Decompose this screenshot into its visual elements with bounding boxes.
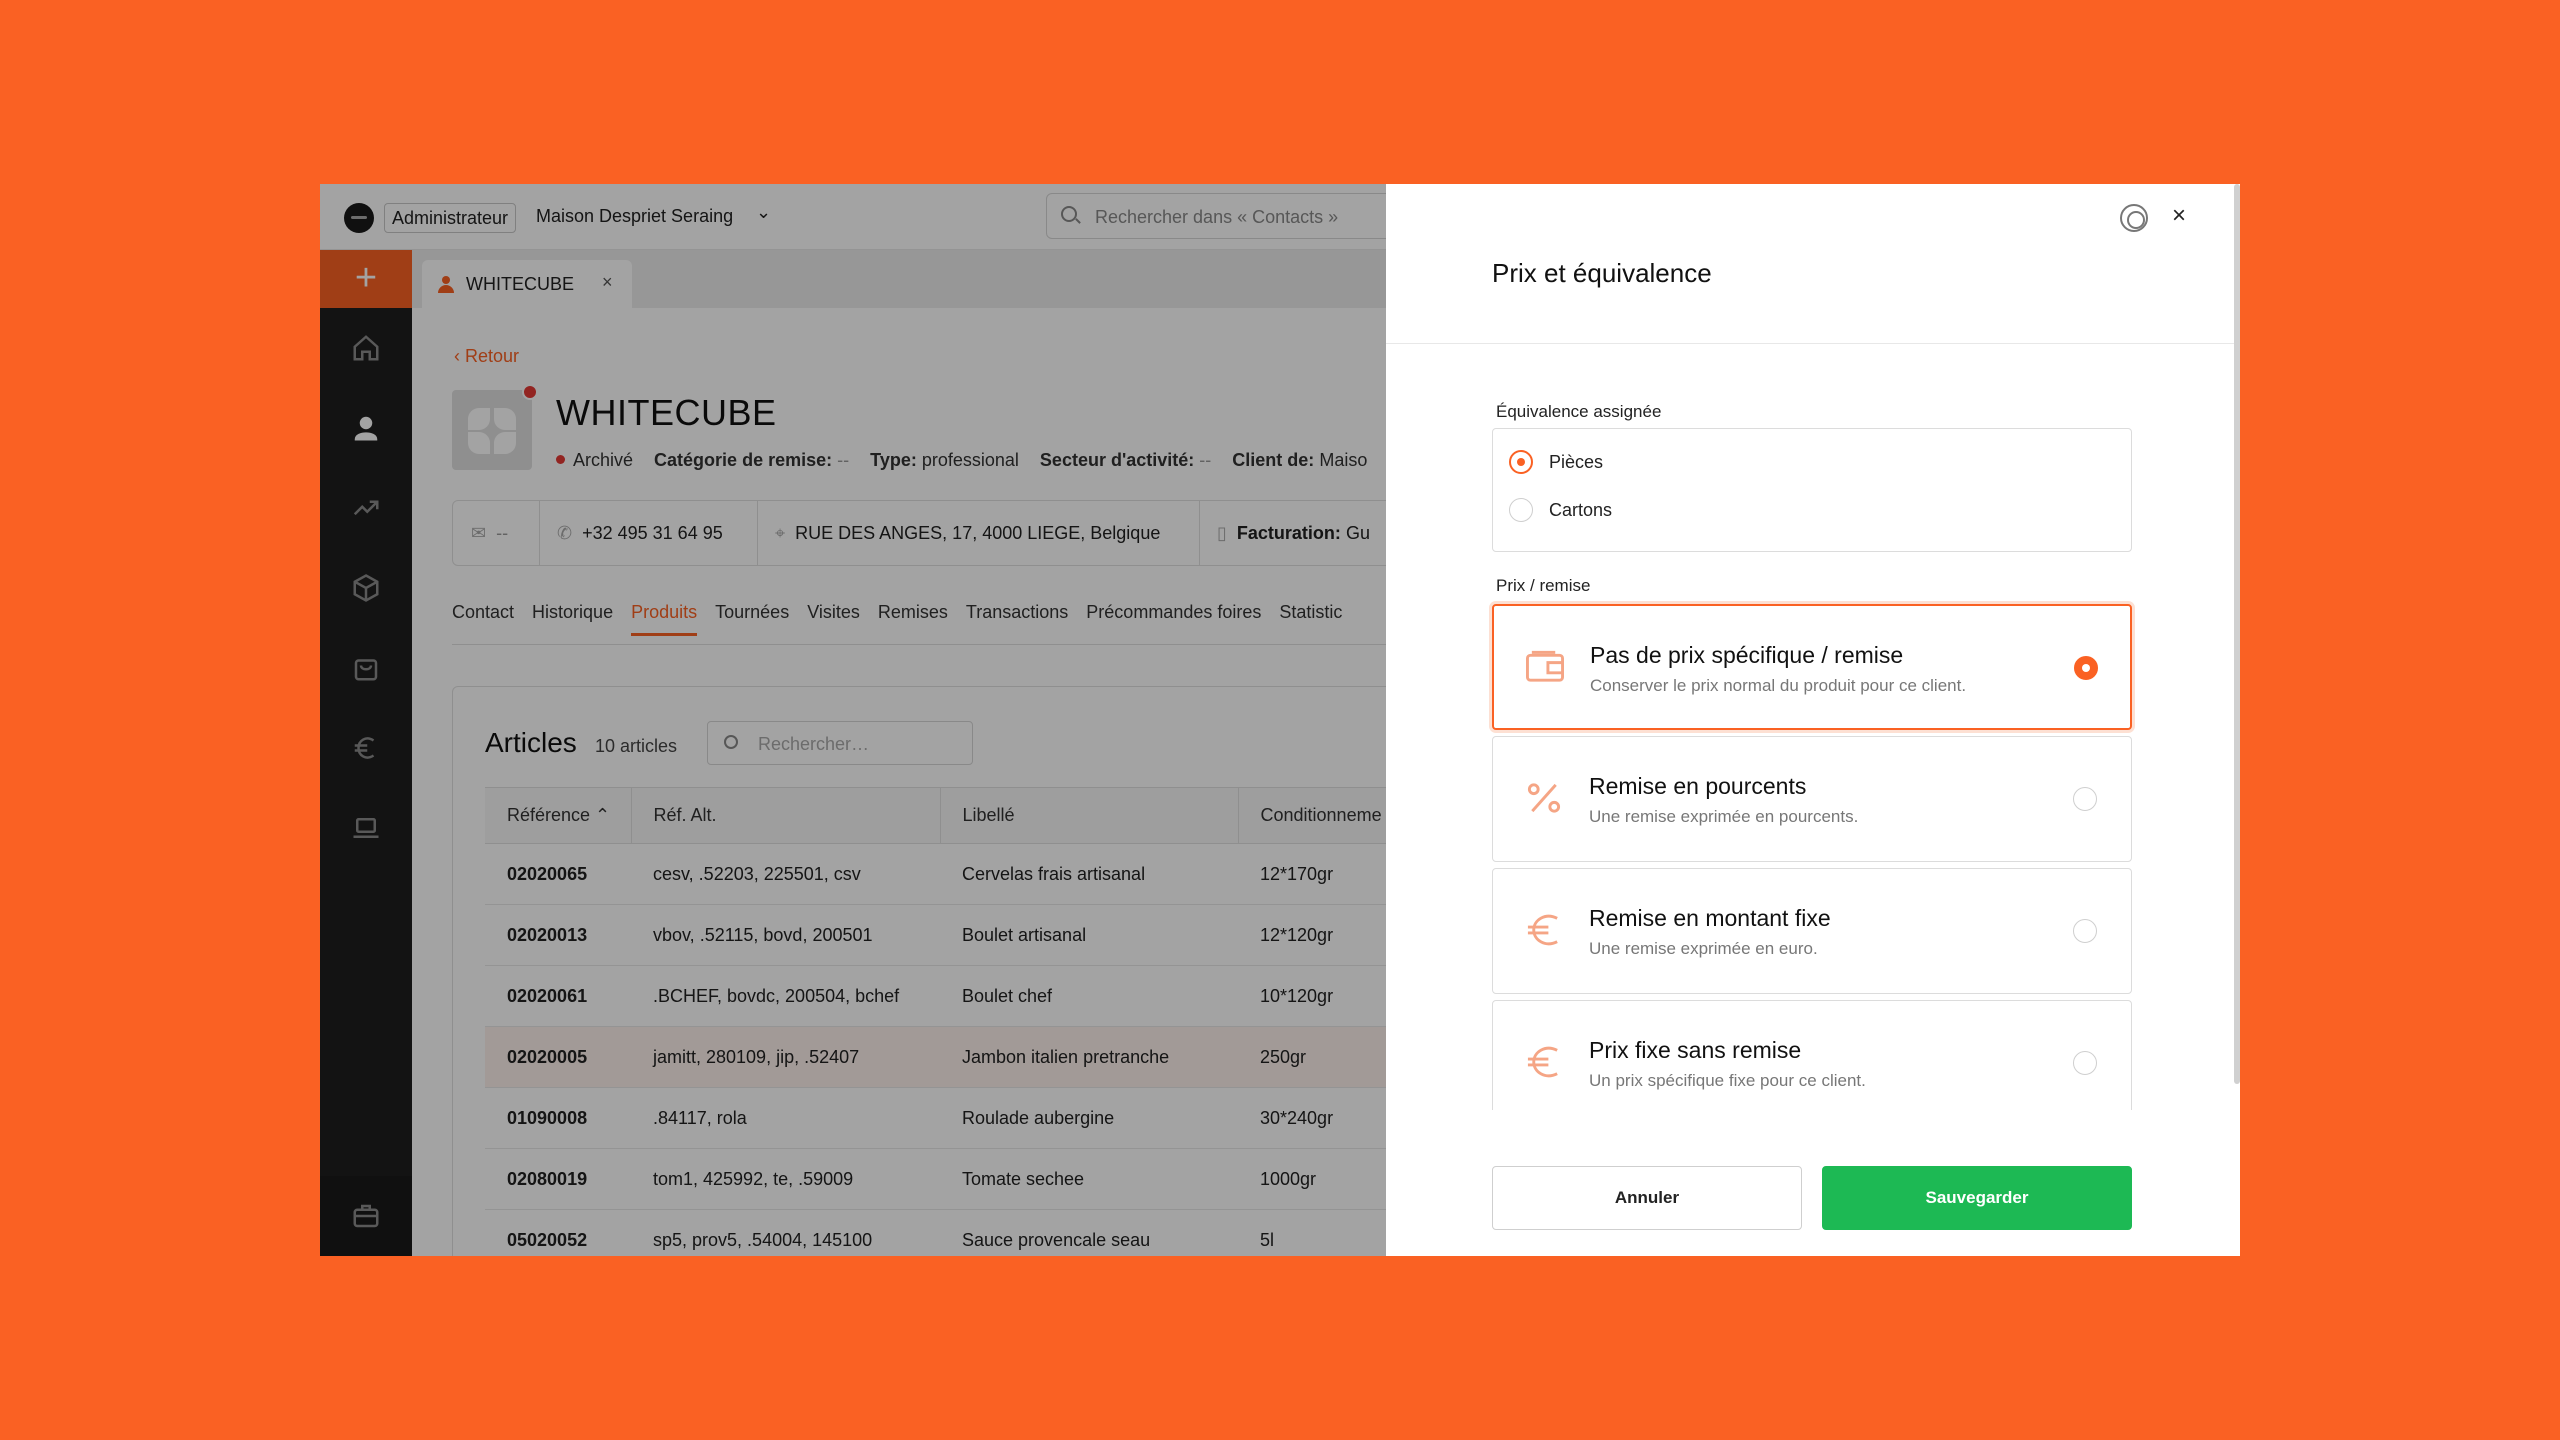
option-title: Remise en pourcents: [1589, 773, 1807, 799]
price-label: Prix / remise: [1496, 576, 1591, 595]
modal-backdrop[interactable]: [320, 184, 1386, 1256]
price-equivalence-panel: × Prix et équivalence Équivalence assign…: [1386, 184, 2240, 1256]
option-subtitle: Un prix spécifique fixe pour ce client.: [1589, 1071, 1866, 1090]
option-subtitle: Une remise exprimée en euro.: [1589, 939, 1818, 958]
euro-icon: [1525, 1045, 1559, 1079]
panel-title: Prix et équivalence: [1492, 258, 1712, 288]
wallet-icon: [1526, 650, 1564, 684]
option-fixed-price[interactable]: Prix fixe sans remise Un prix spécifique…: [1492, 1000, 2132, 1110]
percent-icon: [1525, 781, 1561, 815]
option-percent-discount[interactable]: Remise en pourcents Une remise exprimée …: [1492, 736, 2132, 862]
option-radio[interactable]: [2073, 1051, 2097, 1075]
option-clip: Prix fixe sans remise Un prix spécifique…: [1486, 996, 2146, 1110]
option-no-specific-price[interactable]: Pas de prix spécifique / remise Conserve…: [1492, 604, 2132, 730]
option-title: Prix fixe sans remise: [1589, 1037, 1802, 1063]
radio-pieces[interactable]: [1509, 450, 1533, 474]
equivalence-option-label: Pièces: [1549, 452, 1604, 472]
option-title: Remise en montant fixe: [1589, 905, 1831, 931]
option-radio[interactable]: [2073, 919, 2097, 943]
save-button[interactable]: Sauvegarder: [1822, 1166, 2132, 1230]
equivalence-option-label: Cartons: [1549, 500, 1613, 520]
close-icon[interactable]: ×: [2172, 202, 2186, 230]
option-fixed-amount-discount[interactable]: Remise en montant fixe Une remise exprim…: [1492, 868, 2132, 994]
option-subtitle: Une remise exprimée en pourcents.: [1589, 807, 1859, 826]
scrollbar[interactable]: [2234, 184, 2240, 1084]
divider: [1386, 343, 2240, 344]
app-window: Administrateur Maison Despriet Seraing ⌄…: [320, 184, 2240, 1256]
equivalence-label: Équivalence assignée: [1496, 402, 1662, 421]
equivalence-group: Pièces Cartons: [1492, 428, 2132, 552]
option-radio[interactable]: [2074, 656, 2098, 680]
euro-icon: [1525, 913, 1559, 947]
option-subtitle: Conserver le prix normal du produit pour…: [1590, 676, 1967, 695]
option-title: Pas de prix spécifique / remise: [1590, 642, 1904, 668]
cancel-button[interactable]: Annuler: [1492, 1166, 1802, 1230]
main-app-area: Administrateur Maison Despriet Seraing ⌄…: [320, 184, 1386, 1256]
option-radio[interactable]: [2073, 787, 2097, 811]
radio-cartons[interactable]: [1509, 498, 1533, 522]
help-icon[interactable]: [2120, 204, 2148, 232]
